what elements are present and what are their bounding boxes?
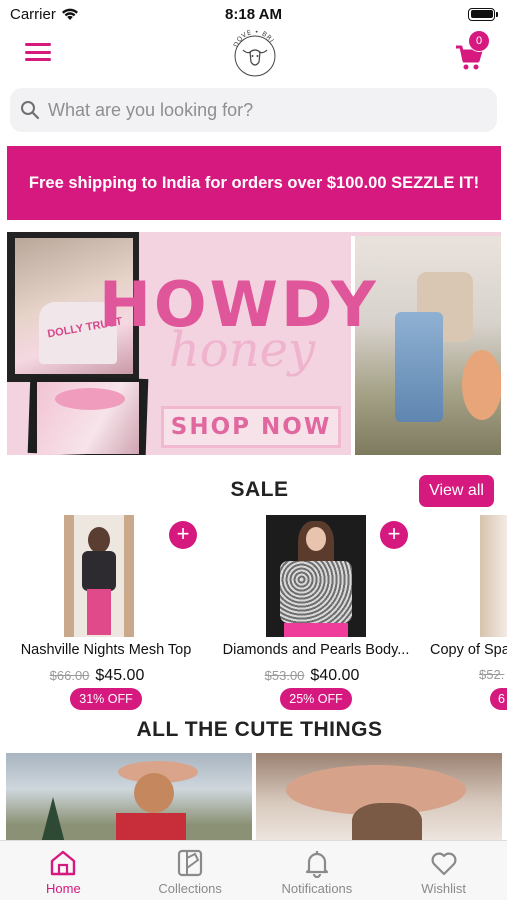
- product-photo-face: [306, 527, 326, 551]
- tab-home[interactable]: Home: [0, 841, 127, 900]
- shop-now-button[interactable]: SHOP NOW: [161, 406, 341, 448]
- tab-bar: Home Collections Notifications Wishlist: [0, 840, 507, 900]
- product-photo-top: [82, 551, 116, 591]
- promo-text: Free shipping to India for orders over $…: [28, 173, 480, 192]
- hero-hat: [462, 350, 501, 420]
- price-row: $52.: [479, 667, 507, 682]
- tile-photo-head: [134, 773, 174, 813]
- hero-banner[interactable]: DOLLY TRUST HOWDY honey SHOP NOW: [7, 232, 501, 455]
- hero-subtitle: honey: [168, 322, 316, 378]
- tile-photo-hair: [352, 803, 422, 843]
- cart-button[interactable]: 0: [454, 30, 494, 72]
- wifi-icon: [61, 8, 78, 20]
- collections-icon: [178, 849, 203, 877]
- hero-jeans: [395, 312, 443, 422]
- product-image[interactable]: [64, 515, 134, 637]
- original-price: $53.00: [264, 668, 305, 683]
- view-all-button[interactable]: View all: [419, 475, 494, 507]
- search-bar[interactable]: [10, 88, 497, 132]
- tab-notifications[interactable]: Notifications: [254, 841, 381, 900]
- product-image[interactable]: [266, 515, 366, 637]
- add-to-cart-button[interactable]: +: [380, 521, 408, 549]
- product-photo-skirt: [284, 623, 348, 637]
- tab-wishlist[interactable]: Wishlist: [380, 841, 507, 900]
- product-name: Diamonds and Pearls Body...: [222, 642, 410, 658]
- product-name: Copy of Spa: [430, 642, 507, 658]
- status-bar: Carrier 8:18 AM: [0, 0, 507, 28]
- menu-icon-line: [25, 58, 51, 61]
- tile-photo-shirt: [116, 813, 186, 843]
- search-input[interactable]: [48, 99, 468, 121]
- app-screen: Carrier 8:18 AM DOVE • BRI 0 What are yo…: [0, 0, 507, 900]
- product-photo-head: [88, 527, 110, 553]
- tab-label: Home: [46, 881, 81, 896]
- tab-label: Collections: [158, 881, 222, 896]
- original-price: $66.00: [49, 668, 90, 683]
- app-header: DOVE • BRI 0: [0, 28, 507, 80]
- product-image[interactable]: [480, 515, 507, 637]
- tile-photo-tree: [40, 797, 66, 843]
- promo-banner[interactable]: Free shipping to India for orders over $…: [7, 146, 501, 220]
- menu-icon-line: [25, 50, 51, 54]
- product-card[interactable]: Copy of Spa $52. 6: [430, 515, 507, 715]
- price-row: $66.00 $45.00: [0, 667, 197, 685]
- tab-label: Notifications: [281, 881, 353, 896]
- battery-icon: [468, 7, 498, 21]
- menu-button[interactable]: [24, 40, 52, 64]
- hero-hat: [55, 388, 125, 410]
- product-card[interactable]: + Nashville Nights Mesh Top $66.00 $45.0…: [2, 515, 202, 715]
- collection-tile[interactable]: [256, 753, 502, 843]
- product-photo-bodysuit: [280, 561, 352, 623]
- status-left: Carrier: [10, 6, 79, 23]
- carrier-label: Carrier: [10, 5, 56, 23]
- sale-price: $45.00: [95, 667, 145, 684]
- product-card[interactable]: + Diamonds and Pearls Body... $53.00 $40…: [208, 515, 409, 715]
- sale-price: $40.00: [310, 667, 360, 684]
- home-icon: [51, 850, 76, 876]
- search-icon: [21, 101, 40, 120]
- collection-tile[interactable]: [6, 753, 252, 843]
- discount-badge: 6: [490, 688, 507, 710]
- product-name: Nashville Nights Mesh Top: [20, 642, 192, 658]
- bell-icon: [305, 851, 328, 878]
- brand-logo[interactable]: DOVE • BRI: [229, 28, 281, 80]
- collections-section-title: ALL THE CUTE THINGS: [136, 718, 383, 741]
- menu-icon-line: [25, 43, 51, 46]
- cart-count-badge: 0: [468, 30, 490, 52]
- price-row: $53.00 $40.00: [212, 667, 412, 685]
- original-price: $52.: [479, 667, 505, 682]
- heart-icon: [431, 852, 457, 876]
- discount-badge: 31% OFF: [70, 688, 142, 710]
- tab-label: Wishlist: [421, 881, 467, 896]
- product-photo-bottom: [87, 589, 111, 635]
- tab-collections[interactable]: Collections: [127, 841, 254, 900]
- discount-badge: 25% OFF: [280, 688, 352, 710]
- add-to-cart-button[interactable]: +: [169, 521, 197, 549]
